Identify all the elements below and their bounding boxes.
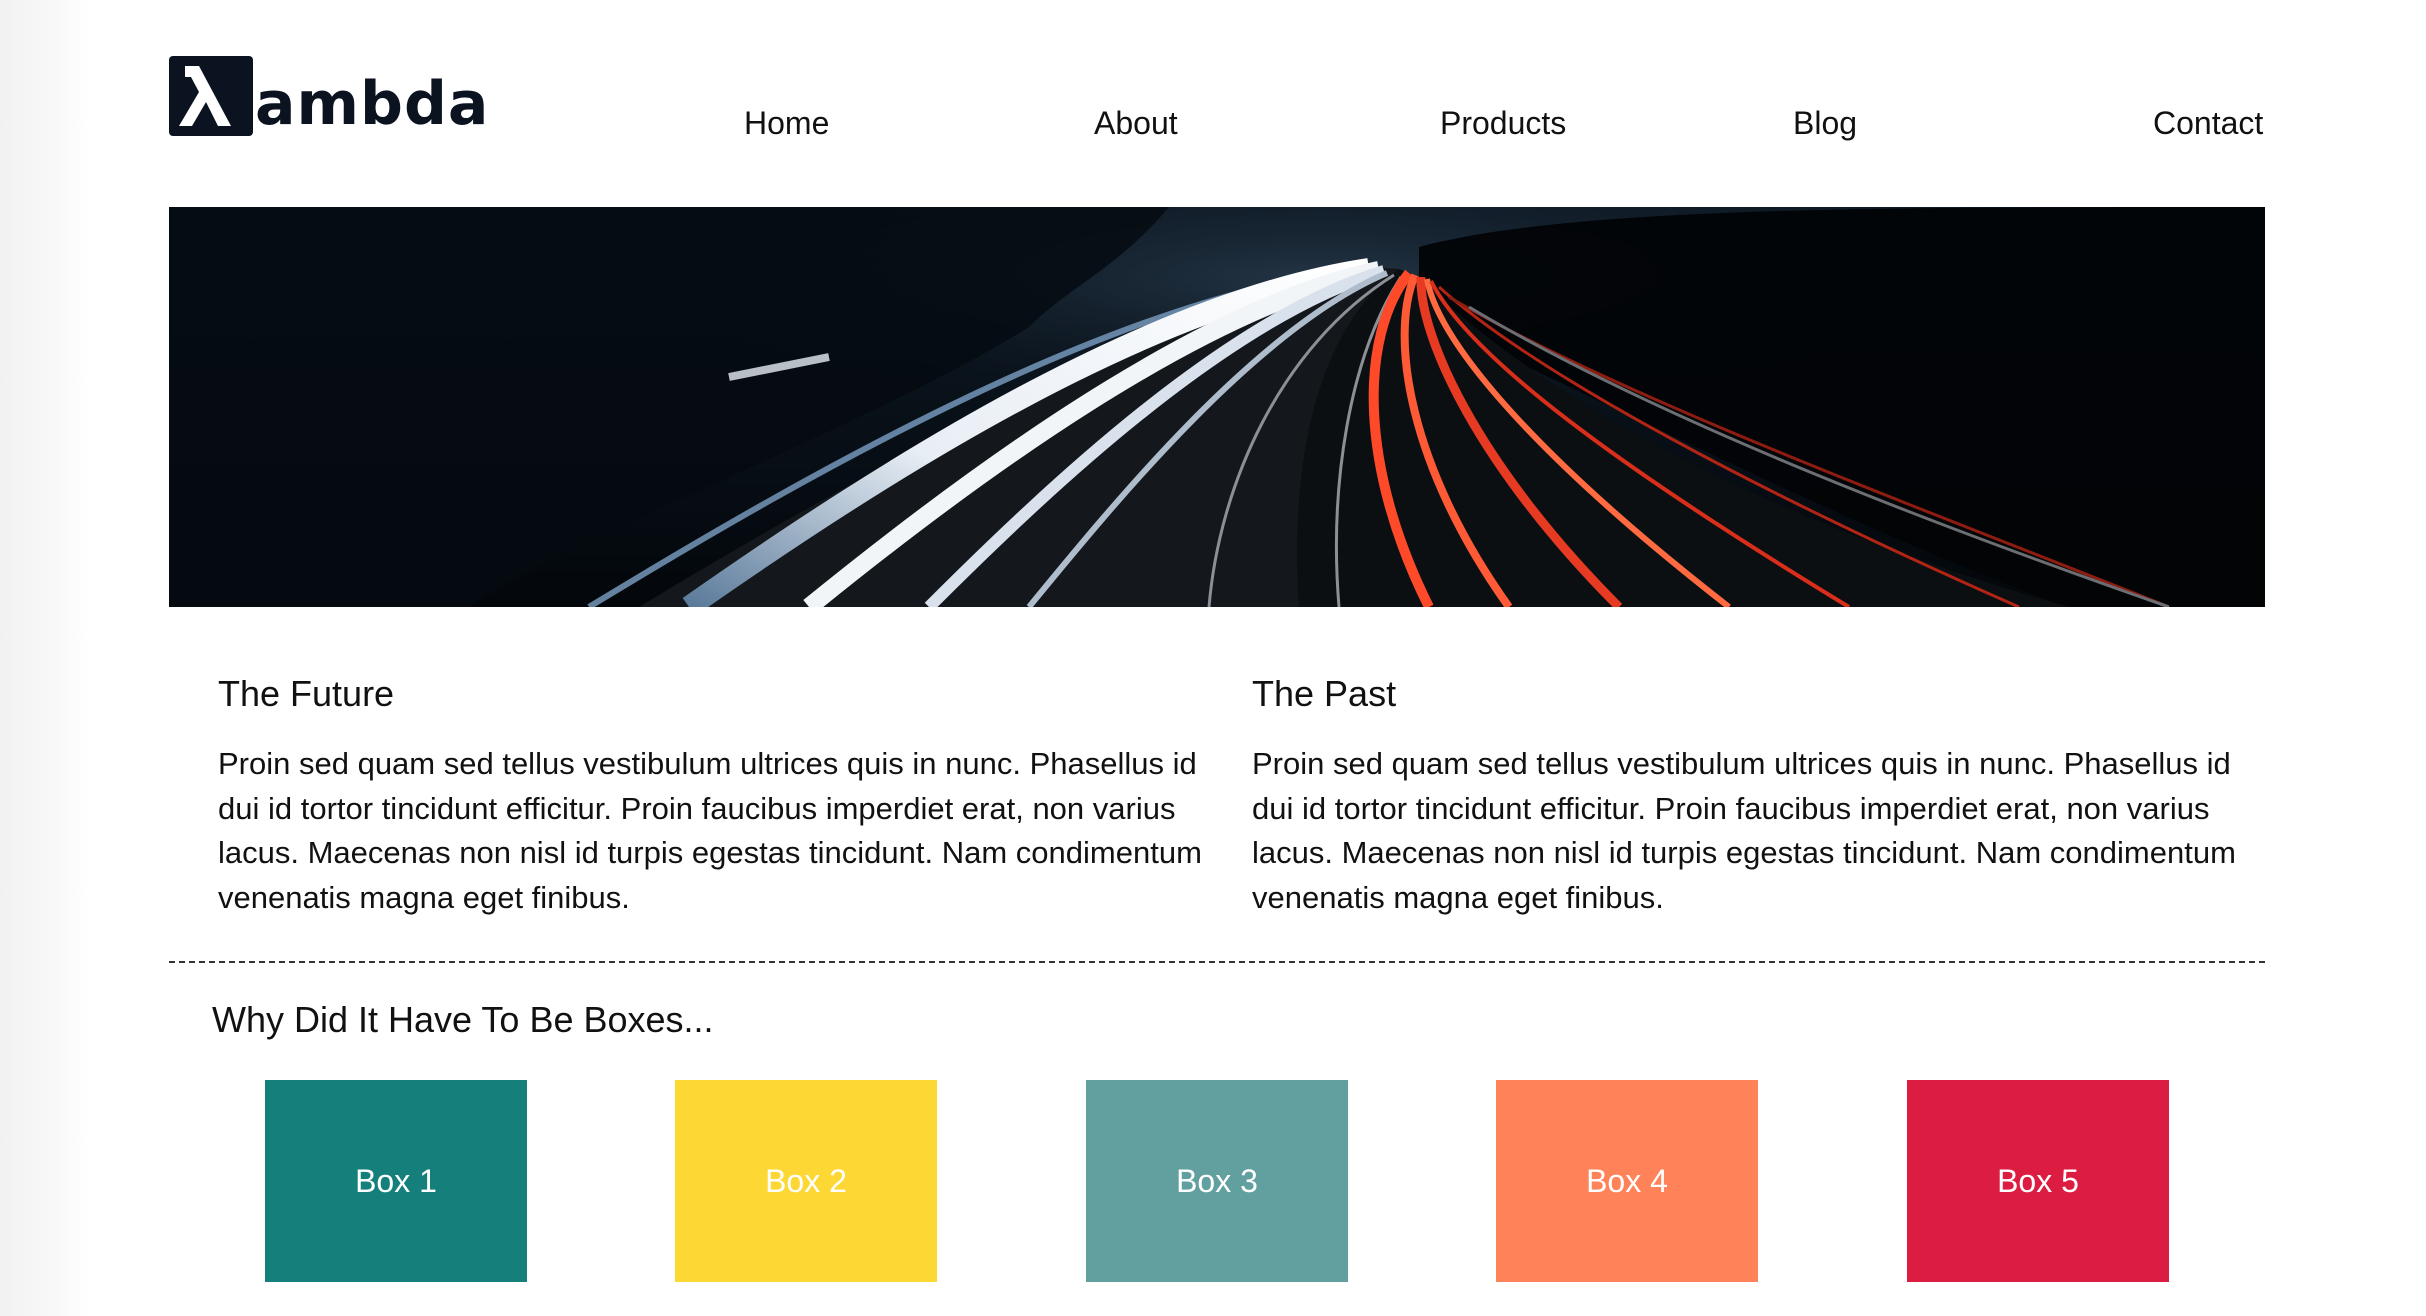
future-heading: The Future (218, 673, 395, 714)
box-3: Box 3 (1086, 1080, 1348, 1282)
nav-blog-link[interactable]: Blog (1793, 105, 1857, 142)
box-2-label: Box 2 (765, 1162, 847, 1199)
nav-products-link[interactable]: Products (1440, 105, 1566, 142)
future-body: Proin sed quam sed tellus vestibulum ult… (218, 746, 1202, 915)
dashed-divider (169, 961, 2265, 963)
site-header: ambda Home About Products Blog Contact (169, 56, 2265, 146)
future-section: The Future Proin sed quam sed tellus ves… (218, 672, 1208, 920)
box-5: Box 5 (1907, 1080, 2169, 1282)
box-1: Box 1 (265, 1080, 527, 1282)
nav-about-link[interactable]: About (1094, 105, 1178, 142)
past-heading: The Past (1252, 673, 1397, 714)
page-container: ambda Home About Products Blog Contact T… (169, 0, 2265, 1316)
box-5-label: Box 5 (1997, 1162, 2079, 1199)
box-4-label: Box 4 (1586, 1162, 1668, 1199)
page-left-shadow (0, 0, 90, 1316)
main-nav: Home About Products Blog Contact (169, 105, 2265, 145)
box-4: Box 4 (1496, 1080, 1758, 1282)
box-2: Box 2 (675, 1080, 937, 1282)
box-3-label: Box 3 (1176, 1162, 1258, 1199)
hero-image (169, 207, 2265, 607)
past-section: The Past Proin sed quam sed tellus vesti… (1252, 672, 2242, 920)
boxes-heading: Why Did It Have To Be Boxes... (212, 999, 714, 1040)
past-body: Proin sed quam sed tellus vestibulum ult… (1252, 746, 2236, 915)
highway-light-trails-image (169, 207, 2265, 607)
nav-contact-link[interactable]: Contact (2153, 105, 2263, 142)
box-1-label: Box 1 (355, 1162, 437, 1199)
nav-home-link[interactable]: Home (744, 105, 829, 142)
